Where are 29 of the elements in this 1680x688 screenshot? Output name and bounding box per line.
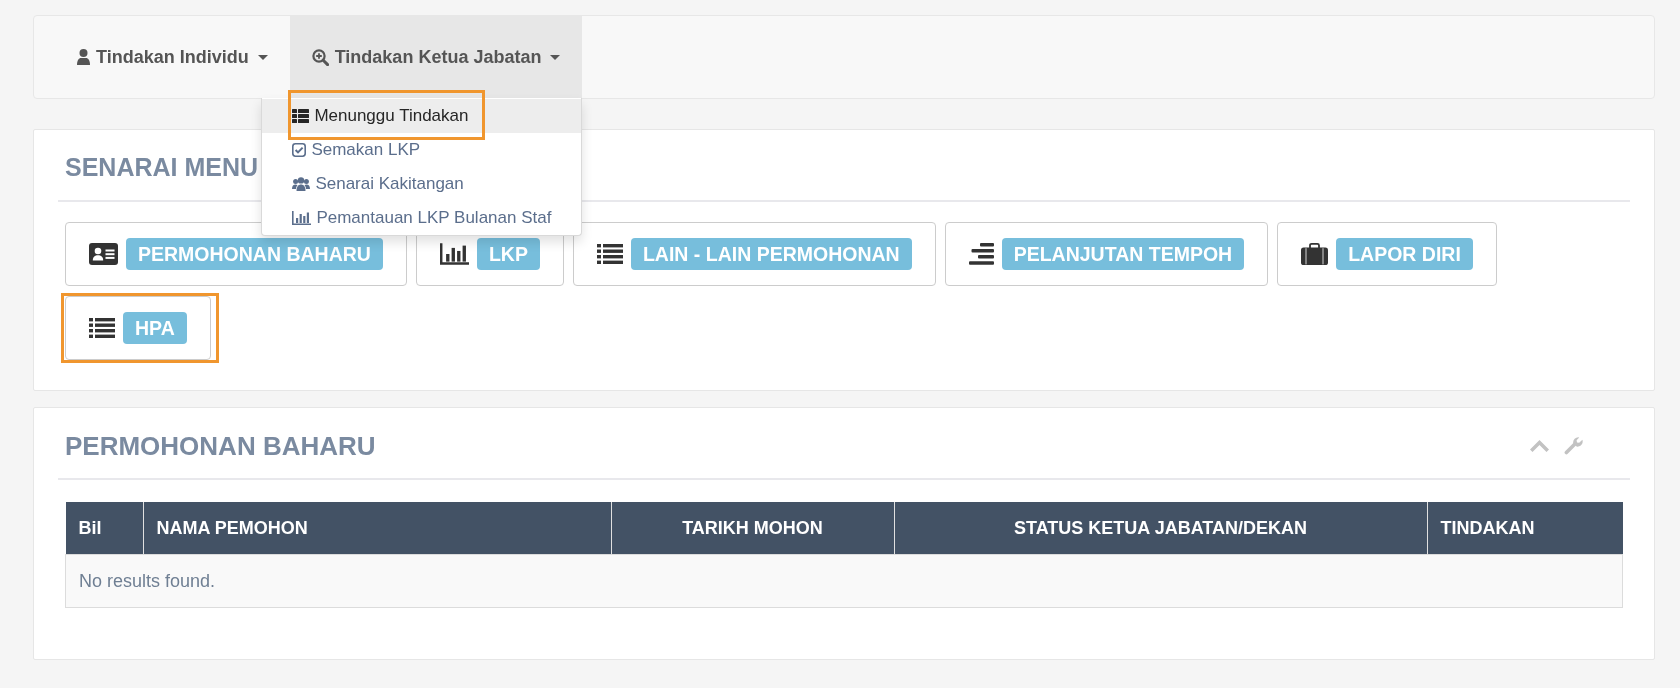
- list-icon: [292, 109, 310, 123]
- caret-icon: [550, 54, 561, 60]
- list-icon: [89, 318, 115, 338]
- check-square-icon: [292, 143, 307, 157]
- menu-item[interactable]: Senarai Kakitangan: [262, 167, 582, 201]
- align-right-icon: [968, 243, 994, 265]
- menu-item[interactable]: Semakan LKP: [262, 133, 582, 167]
- dropdown-toggle[interactable]: Tindakan Ketua Jabatan: [289, 16, 583, 98]
- column-header: Bil: [65, 502, 143, 555]
- list-icon: [596, 244, 623, 264]
- column-header: TINDAKAN: [1427, 502, 1623, 555]
- user-icon: [77, 49, 90, 65]
- empty-table-message: No results found.: [65, 554, 1623, 608]
- chevron-up-icon[interactable]: [1530, 440, 1549, 452]
- briefcase-icon: [1301, 243, 1329, 265]
- id-card-icon: [89, 243, 118, 265]
- section-title: PERMOHONAN BAHARU: [65, 431, 376, 461]
- caret-icon: [257, 54, 268, 60]
- column-header: STATUS KETUA JABATAN/DEKAN: [894, 502, 1427, 555]
- column-header: NAMA PEMOHON: [143, 502, 611, 555]
- bar-chart-icon: [292, 211, 312, 225]
- users-icon: [292, 177, 311, 191]
- dropdown-toggle[interactable]: Tindakan Individu: [55, 16, 290, 98]
- magnifier-plus-icon: [311, 48, 329, 66]
- bar-chart-icon: [439, 243, 469, 265]
- column-header: TARIKH MOHON: [611, 502, 894, 555]
- menu-item[interactable]: Menunggu Tindakan: [262, 99, 582, 133]
- section-title: SENARAI MENU: [65, 152, 259, 182]
- wrench-icon[interactable]: [1564, 437, 1583, 455]
